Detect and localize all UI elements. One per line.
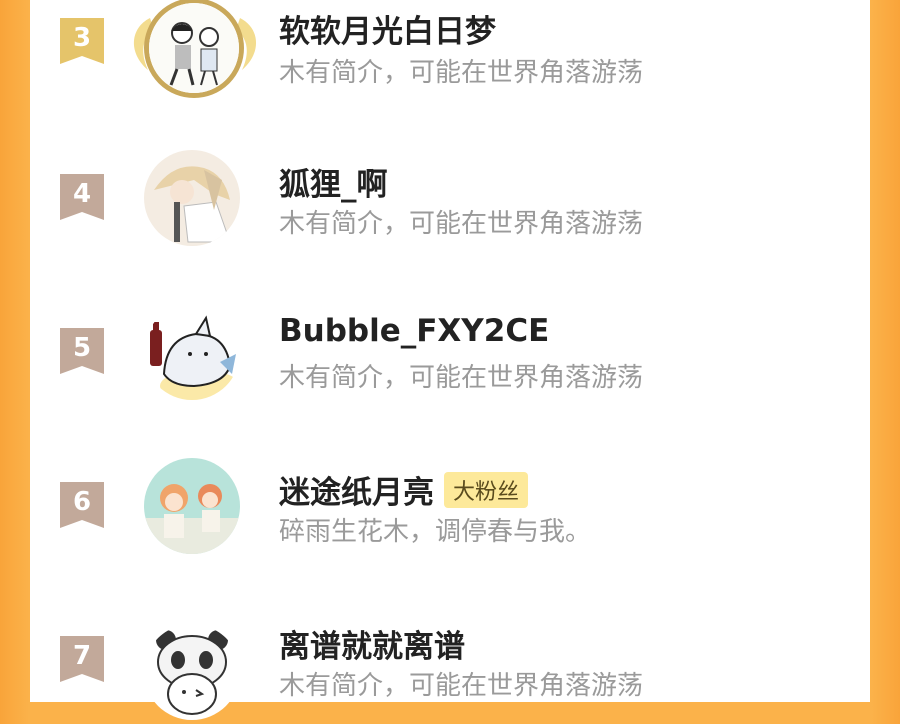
avatar[interactable] <box>144 150 240 246</box>
username[interactable]: Bubble_FXY2CE <box>279 313 549 349</box>
list-item[interactable]: 3 软软月光白日梦 木有简介，可能在世界角落游荡 <box>30 0 870 110</box>
two-kids-illustration-icon <box>144 458 240 554</box>
rank-number: 6 <box>72 487 92 517</box>
list-item[interactable]: 7 离谱就就离谱 木有简介，可能在世界角落游荡 <box>30 604 870 724</box>
rank-ribbon: 6 <box>60 482 104 528</box>
username-text: 狐狸_啊 <box>279 167 388 203</box>
avatar[interactable] <box>144 304 240 400</box>
avatar[interactable] <box>144 624 240 720</box>
user-bio: 木有简介，可能在世界角落游荡 <box>279 209 644 239</box>
boy-girl-drawing-icon <box>149 3 239 93</box>
rank-ribbon: 3 <box>60 18 104 64</box>
user-bio: 木有简介，可能在世界角落游荡 <box>279 671 644 701</box>
rank-ribbon: 7 <box>60 636 104 682</box>
rank-number: 4 <box>72 179 92 209</box>
user-bio: 木有简介，可能在世界角落游荡 <box>279 58 644 88</box>
avatar[interactable] <box>144 0 244 98</box>
username-text: 迷途纸月亮 <box>279 475 434 511</box>
ranking-list: 3 软软月光白日梦 木有简介，可能在世界角落游荡 4 狐狸_啊 木有简介，可能在… <box>30 0 870 720</box>
username[interactable]: 狐狸_啊 <box>279 159 388 204</box>
username[interactable]: 迷途纸月亮 大粉丝 <box>279 467 529 512</box>
list-item[interactable]: 5 Bubble_FXY2CE 木有简介，可能在世界角落游荡 <box>30 296 870 416</box>
rank-number: 7 <box>72 641 92 671</box>
rank-number: 3 <box>72 23 92 53</box>
list-item[interactable]: 6 迷途纸月亮 大粉丝 碎雨生花木，调停春与我。 <box>30 450 870 570</box>
username-text: 离谱就就离谱 <box>279 629 465 665</box>
username-text: 软软月光白日梦 <box>279 14 496 50</box>
rank-ribbon: 4 <box>60 174 104 220</box>
panda-hat-boy-icon <box>144 624 240 720</box>
fan-badge: 大粉丝 <box>444 471 529 508</box>
anime-character-icon <box>144 150 240 246</box>
rank-number: 5 <box>72 333 92 363</box>
avatar[interactable] <box>144 458 240 554</box>
username-text: Bubble_FXY2CE <box>279 313 550 349</box>
username[interactable]: 离谱就就离谱 <box>279 621 465 666</box>
list-item[interactable]: 4 狐狸_啊 木有简介，可能在世界角落游荡 <box>30 142 870 262</box>
user-bio: 木有简介，可能在世界角落游荡 <box>279 363 644 393</box>
rank-ribbon: 5 <box>60 328 104 374</box>
user-bio: 碎雨生花木，调停春与我。 <box>279 517 592 547</box>
username[interactable]: 软软月光白日梦 <box>279 6 496 51</box>
shark-cola-icon <box>144 304 240 400</box>
